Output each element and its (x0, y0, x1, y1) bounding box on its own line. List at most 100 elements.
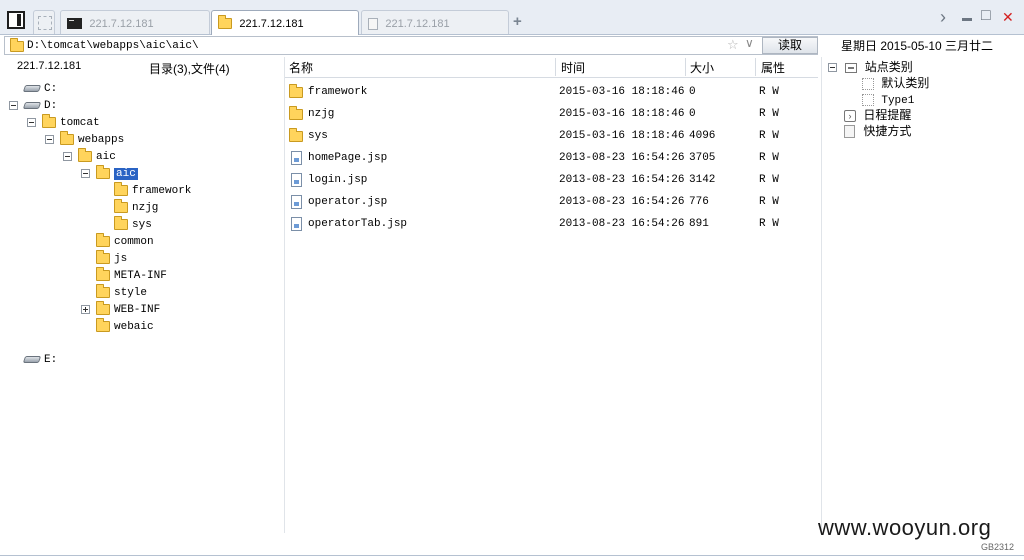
column-time[interactable]: 时间 (561, 59, 585, 76)
tree-node[interactable]: webaic (81, 318, 154, 334)
file-time: 2015-03-16 18:18:46 (559, 86, 685, 98)
file-size: 0 (689, 108, 696, 120)
chevron-down-icon[interactable]: ∨ (745, 36, 754, 50)
close-icon[interactable]: ✕ (1002, 9, 1014, 26)
tab-bar: 221.7.12.181 221.7.12.181 221.7.12.181 +… (0, 0, 1024, 35)
column-divider[interactable] (755, 58, 756, 76)
file-row[interactable]: homePage.jsp 2013-08-23 16:54:26 3705 R W (285, 148, 818, 168)
collapse-icon[interactable] (828, 63, 837, 73)
tree-node[interactable]: sys (99, 216, 152, 232)
file-row[interactable]: sys 2015-03-16 18:18:46 4096 R W (285, 126, 818, 146)
tab-terminal[interactable]: 221.7.12.181 (60, 10, 210, 34)
file-list-header: 名称 时间 大小 属性 (285, 57, 818, 78)
read-button[interactable]: 读取 (762, 37, 818, 54)
tree-node[interactable]: nzjg (99, 199, 158, 215)
folder-icon (96, 284, 110, 299)
tree-node-label: nzjg (132, 201, 159, 214)
chevron-right-icon[interactable]: › (940, 7, 946, 28)
file-name: homePage.jsp (308, 152, 388, 164)
tree-node-label: js (114, 252, 128, 265)
column-attr[interactable]: 属性 (761, 59, 785, 76)
folder-icon (289, 106, 303, 120)
collapse-icon[interactable] (9, 101, 18, 111)
tree-node-label: D: (44, 99, 58, 112)
collapse-icon[interactable] (63, 152, 72, 162)
minimize-icon[interactable]: ▬ (962, 13, 972, 24)
category-item[interactable]: 默认类别 (862, 75, 929, 91)
file-attr: R W (759, 218, 779, 230)
tree-node[interactable]: META-INF (81, 267, 167, 283)
shortcut-item[interactable]: 快捷方式 (844, 123, 911, 139)
category-item[interactable]: Type1 (862, 91, 914, 107)
tree-node[interactable]: E: (9, 351, 57, 367)
tree-node[interactable]: webapps (45, 131, 124, 147)
column-size[interactable]: 大小 (690, 59, 714, 76)
watermark: www.wooyun.org (818, 515, 992, 540)
tree-node[interactable]: D: (9, 97, 57, 113)
folder-icon (114, 216, 128, 231)
tab-document[interactable]: 221.7.12.181 (361, 10, 509, 34)
file-time: 2015-03-16 18:18:46 (559, 108, 685, 120)
tab-file-manager[interactable]: 221.7.12.181 (211, 10, 359, 35)
file-list-pane: 名称 时间 大小 属性 framework 2015-03-16 18:18:46… (285, 57, 818, 533)
file-attr: R W (759, 130, 779, 142)
tree-node-label: aic (96, 150, 116, 163)
site-category-label: 站点类别 (864, 60, 913, 74)
path-input[interactable] (27, 38, 717, 53)
maximize-icon[interactable]: □ (981, 7, 991, 25)
drive-icon (22, 356, 42, 364)
tree-node[interactable]: tomcat (27, 114, 100, 130)
tree-node-label: webaic (114, 320, 154, 333)
file-row[interactable]: operator.jsp 2013-08-23 16:54:26 776 R W (285, 192, 818, 212)
tree-node-label: sys (132, 218, 152, 231)
tree-node-label: framework (132, 184, 192, 197)
tab-blank[interactable] (33, 10, 55, 34)
file-name: login.jsp (308, 174, 368, 186)
tree-node[interactable]: common (81, 233, 154, 249)
shortcut-label: 快捷方式 (863, 124, 912, 138)
collapse-icon[interactable] (45, 135, 54, 145)
tree-node[interactable]: aic (63, 148, 116, 164)
tree-node-label: webapps (78, 133, 125, 146)
tree-node[interactable]: style (81, 284, 147, 300)
terminal-icon (67, 18, 82, 30)
folder-icon (96, 165, 110, 180)
column-divider[interactable] (685, 58, 686, 76)
tree-node-label: WEB-INF (114, 303, 161, 316)
new-tab-button[interactable]: + (513, 13, 522, 30)
collapse-icon[interactable] (27, 118, 36, 128)
column-divider[interactable] (555, 58, 556, 76)
file-attr: R W (759, 152, 779, 164)
file-name: nzjg (308, 108, 335, 120)
tree-node[interactable]: WEB-INF (81, 301, 160, 317)
site-category-node[interactable]: 站点类别 (828, 59, 913, 75)
tree-node[interactable]: aic (81, 165, 138, 181)
file-row[interactable]: framework 2015-03-16 18:18:46 0 R W (285, 82, 818, 102)
app-panel-icon[interactable] (7, 11, 25, 29)
folder-icon (10, 38, 24, 52)
tree-node-label: common (114, 235, 154, 248)
tree-node-label: META-INF (114, 269, 167, 282)
star-icon[interactable]: ☆ (727, 37, 739, 53)
tree-node-label: C: (44, 82, 58, 95)
file-row[interactable]: nzjg 2015-03-16 18:18:46 0 R W (285, 104, 818, 124)
file-icon (291, 173, 302, 187)
category-dot-icon (862, 77, 874, 90)
file-row[interactable]: operatorTab.jsp 2013-08-23 16:54:26 891 R W (285, 214, 818, 234)
tree-node[interactable]: framework (99, 182, 191, 198)
collapse-icon[interactable] (81, 169, 90, 179)
file-row[interactable]: login.jsp 2013-08-23 16:54:26 3142 R W (285, 170, 818, 190)
column-name[interactable]: 名称 (289, 59, 313, 76)
expand-icon[interactable] (81, 305, 90, 315)
file-attr: R W (759, 174, 779, 186)
folder-icon (218, 15, 232, 30)
tab-label: 221.7.12.181 (385, 17, 450, 30)
file-attr: R W (759, 86, 779, 98)
schedule-reminder-item[interactable]: › 日程提醒 (844, 107, 911, 123)
file-time: 2013-08-23 16:54:26 (559, 174, 685, 186)
folder-icon (78, 148, 92, 163)
tree-node[interactable]: js (81, 250, 127, 266)
shortcut-icon (844, 125, 855, 139)
folder-icon (96, 233, 110, 248)
tree-node[interactable]: C: (9, 80, 57, 96)
